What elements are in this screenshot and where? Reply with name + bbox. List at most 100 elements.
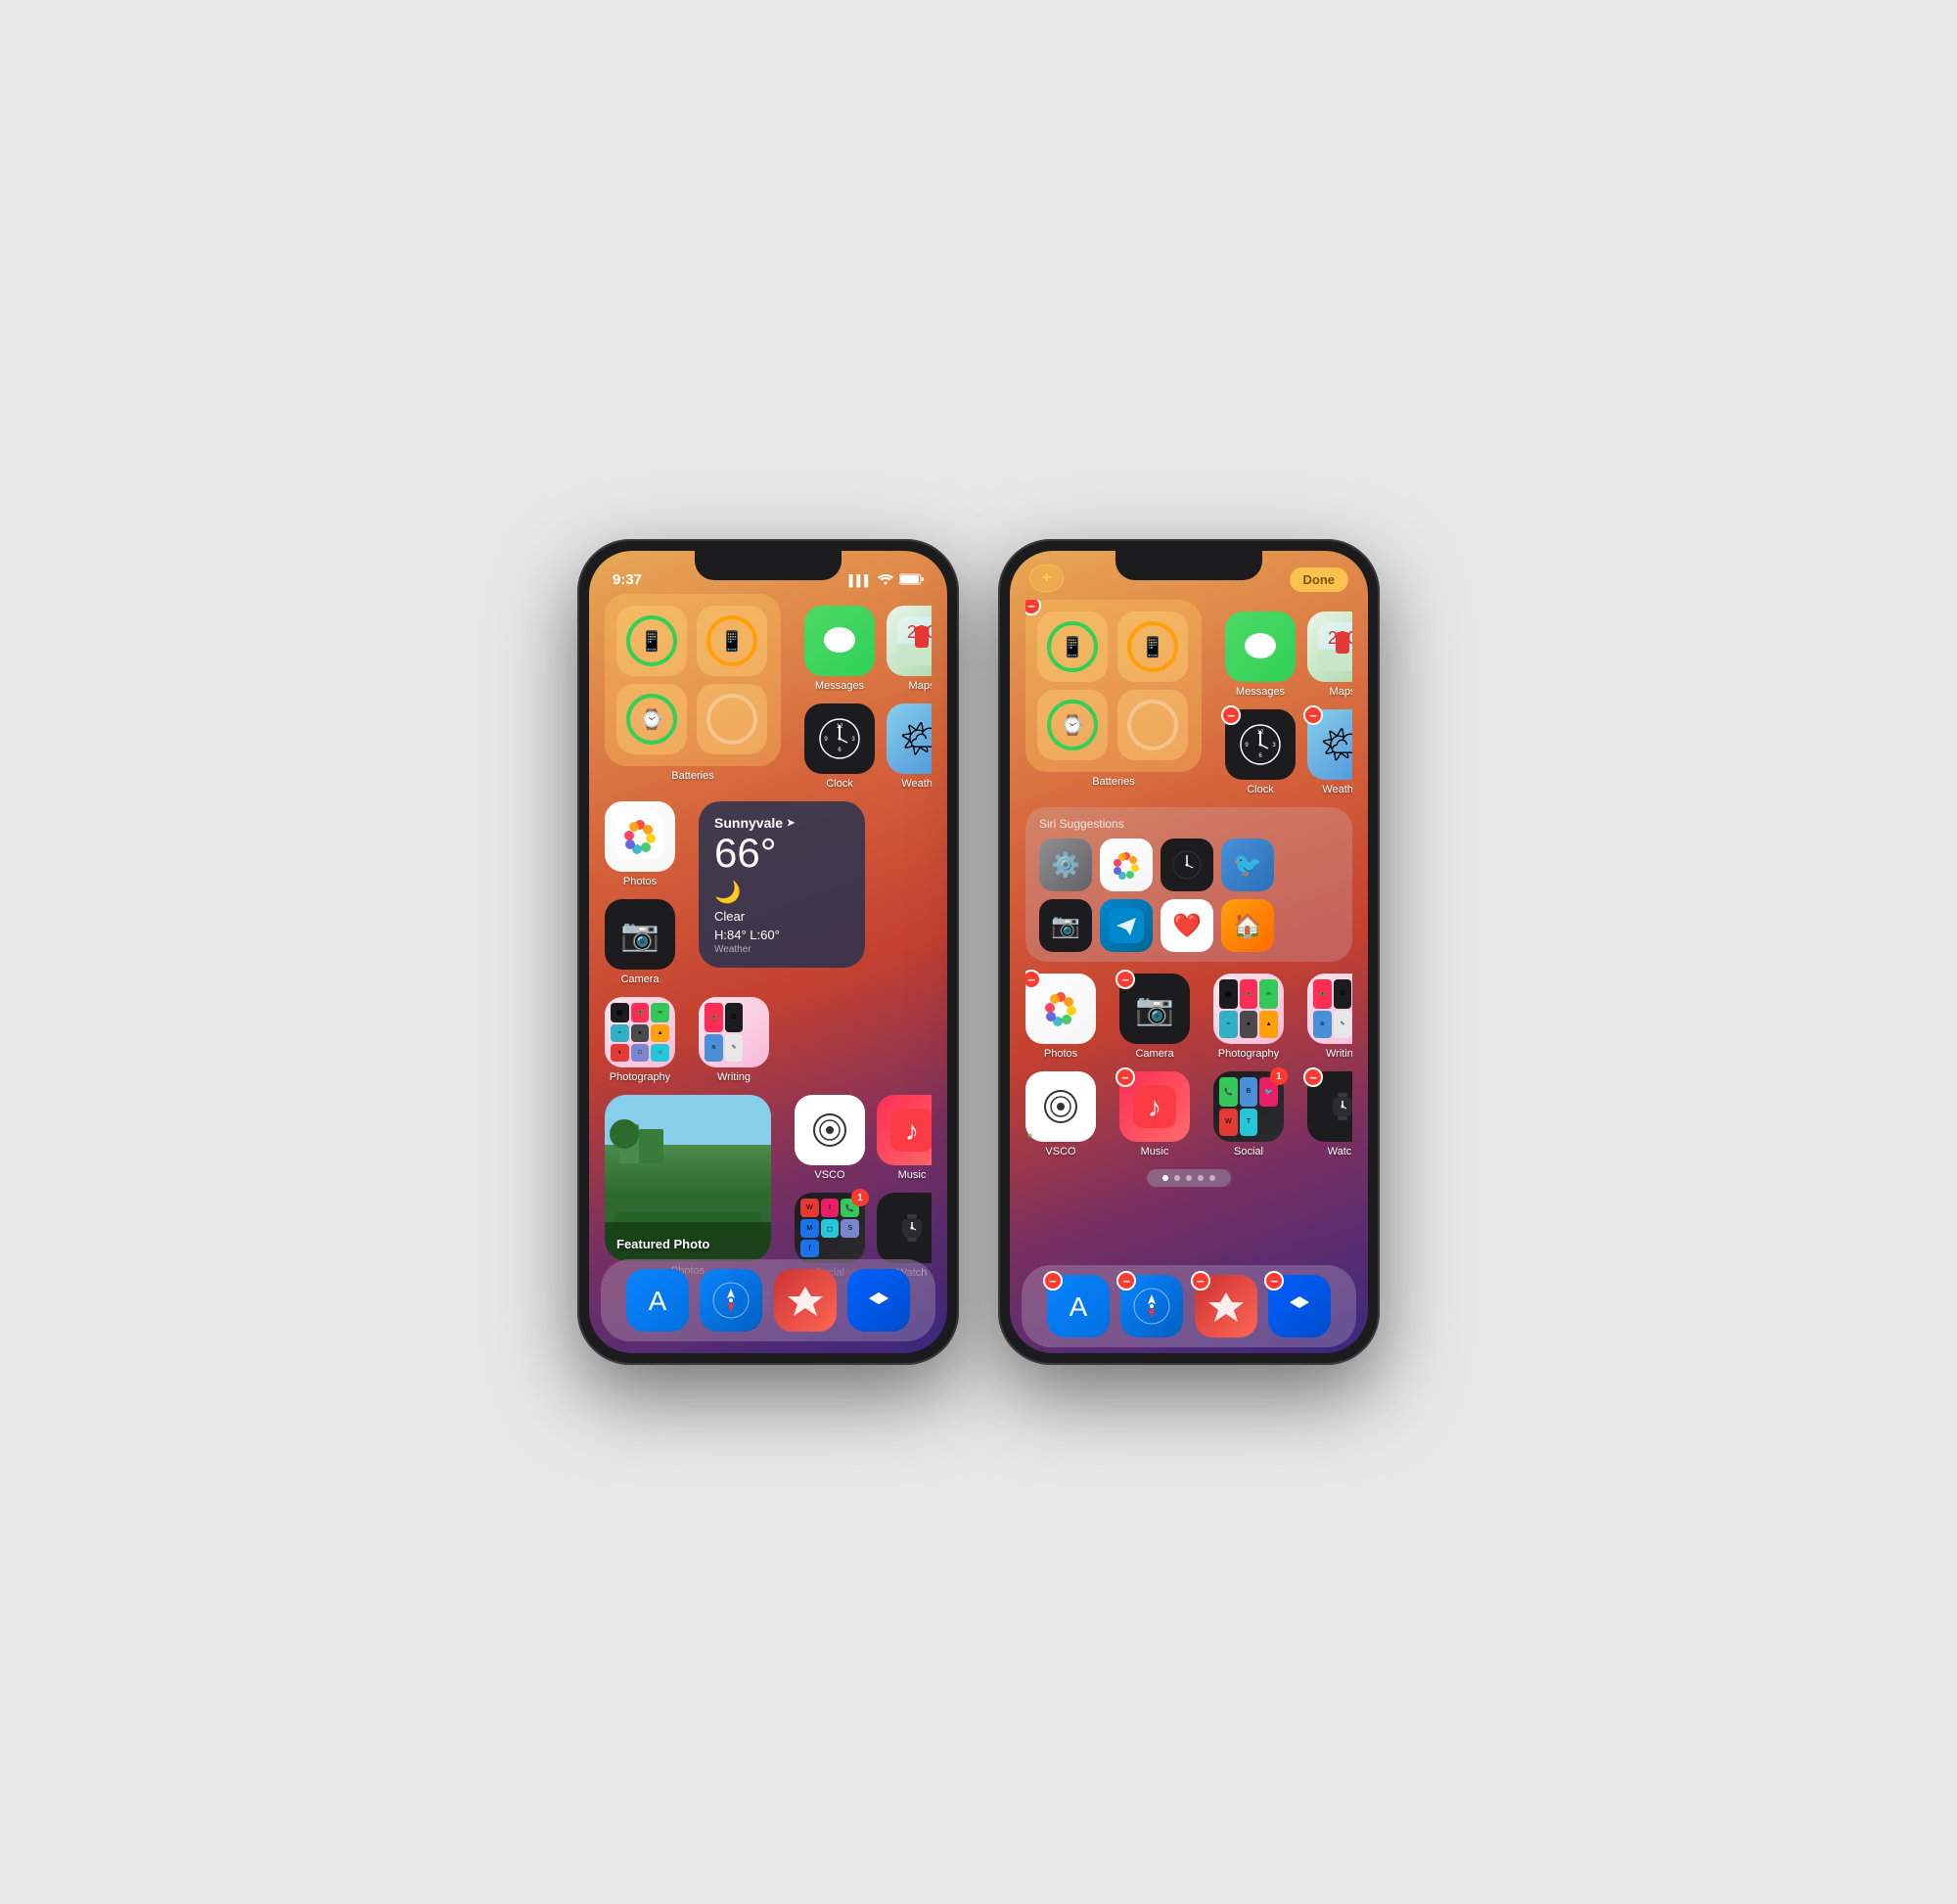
phone-normal-screen: 9:37 ▌▌▌ [589,551,947,1353]
edit-vsco-icon [1025,1071,1096,1142]
clock-label: Clock [826,778,853,790]
edit-music-wrap: − ♪ Music [1119,1071,1190,1157]
edit-social-folder[interactable]: 1 📞 B 🐦 W T Social [1213,1071,1284,1157]
svg-text:♪: ♪ [1148,1092,1161,1122]
add-widget-button[interactable]: + [1029,565,1064,592]
edit-watch-wrap: − [1307,1071,1352,1157]
signal-icon: ▌▌▌ [849,575,872,587]
dock-appstore-wrap: − A [1047,1275,1110,1337]
siri-apps-grid: ⚙️ [1039,839,1339,891]
batteries-widget-edit-wrap: − 📱 📱 ⌚ [1025,600,1202,772]
camera-app[interactable]: 📷 Camera [605,899,675,985]
dock-dropbox-wrap: − [1268,1275,1331,1337]
dropbox-dock[interactable] [847,1269,910,1332]
row-4: Featured Photo Photos [605,1095,932,1279]
edit-dot-5 [1209,1175,1215,1181]
dock-spark-wrap: − [1195,1275,1257,1337]
photos-label-2: Photos [623,876,657,887]
siri-telegram[interactable] [1100,899,1153,952]
featured-photo-widget[interactable]: Featured Photo [605,1095,771,1261]
batteries-widget-edit[interactable]: 📱 📱 ⌚ [1025,600,1202,772]
weather-widget[interactable]: Sunnyvale ➤ 66° 🌙 Clear H:84° L:60° Weat… [699,801,865,968]
edit-battery-phone2: 📱 [1117,612,1188,682]
music-delete-btn[interactable]: − [1115,1067,1135,1087]
photos-app[interactable]: Photos [605,801,675,887]
maps-app[interactable]: 280 Maps [887,606,932,692]
social-badge: 1 [851,1189,869,1206]
row-1: 📱 📱 ⌚ Batteries [605,594,932,790]
empty-ring [706,694,757,745]
messages-app[interactable]: Messages [804,606,875,692]
siri-photos[interactable] [1100,839,1153,891]
watch-delete-btn[interactable]: − [1303,1067,1323,1087]
edit-music-label: Music [1141,1146,1169,1157]
batteries-widget[interactable]: 📱 📱 ⌚ [605,594,781,766]
photos-icon [605,801,675,872]
edit-social-label: Social [1234,1146,1263,1157]
edit-vsco-label: VSCO [1045,1146,1075,1157]
writing-folder[interactable]: 🦋 B ≋ ✎ Writing [699,997,769,1083]
edit-dot-4 [1198,1175,1204,1181]
edit-photography-icon: ▦ 🦋 ∞ ≈ ● ▲ [1213,974,1284,1044]
done-button[interactable]: Done [1290,567,1349,592]
edit-photography-folder[interactable]: ▦ 🦋 ∞ ≈ ● ▲ Photography [1213,974,1284,1060]
notch-edit [1115,551,1262,580]
siri-settings[interactable]: ⚙️ [1039,839,1092,891]
spark-delete-btn[interactable]: − [1191,1271,1210,1291]
edit-social-badge: 1 [1270,1067,1288,1085]
edit-weather-label: Weather [1322,784,1352,795]
edit-messages-app[interactable]: Messages [1225,612,1296,698]
clock-app[interactable]: 6 12 9 3 Clock [804,703,875,790]
siri-home[interactable]: 🏠 [1221,899,1274,952]
phone2-battery-ring: 📱 [706,615,757,666]
edit-photos-label: Photos [1044,1048,1077,1060]
scroll-area: 📱 📱 ⌚ Batteries [605,594,932,1353]
svg-text:6: 6 [838,748,842,753]
edit-photography-label: Photography [1218,1048,1279,1060]
edit-vsco-app[interactable]: ● VSCO [1025,1071,1096,1157]
edit-weather-app[interactable]: − 🌤 Weather [1307,709,1352,795]
camera-delete-btn[interactable]: − [1115,970,1135,989]
clock-delete-btn[interactable]: − [1221,705,1241,725]
weather-app-top[interactable]: 🌤 Weather [887,703,932,790]
music-icon: ♪ [877,1095,932,1165]
edit-dot-3 [1186,1175,1192,1181]
edit-page-dots-container [1025,1169,1352,1187]
vsco-app[interactable]: VSCO [795,1095,865,1181]
edit-clock-app[interactable]: − 6 12 9 [1225,709,1296,795]
edit-battery-watch: ⌚ [1037,690,1108,760]
weather-city: Sunnyvale ➤ [714,815,849,831]
music-app[interactable]: ♪ Music [877,1095,932,1181]
row-3: ▦ 🦋 ∞ ≈ ● ▲ ♦ □ ○ Photography [605,997,932,1083]
appstore-icon: A [626,1269,689,1332]
svg-text:♪: ♪ [905,1115,919,1146]
scroll-area-edit: − 📱 📱 ⌚ [1025,600,1352,1353]
writing-label: Writing [717,1071,751,1083]
writing-folder-icon: 🦋 B ≋ ✎ [699,997,769,1067]
photography-folder[interactable]: ▦ 🦋 ∞ ≈ ● ▲ ♦ □ ○ Photography [605,997,675,1083]
status-icons: ▌▌▌ [849,573,924,588]
phone-battery-ring: 📱 [626,615,677,666]
clock-icon: 6 12 9 3 [804,703,875,774]
edit-maps-app[interactable]: 280 Maps [1307,612,1352,698]
safari-dock[interactable] [700,1269,762,1332]
appstore-delete-btn[interactable]: − [1043,1271,1063,1291]
siri-watchface[interactable] [1161,839,1213,891]
maps-icon: 280 [887,606,932,676]
weather-delete-btn[interactable]: − [1303,705,1323,725]
edit-battery-empty [1117,690,1188,760]
appstore-dock[interactable]: A [626,1269,689,1332]
siri-camera[interactable]: 📷 [1039,899,1092,952]
edit-social-wrap: 1 📞 B 🐦 W T Social [1213,1071,1284,1157]
home-content-normal: 📱 📱 ⌚ Batteries [589,594,947,1353]
vsco-label: VSCO [814,1169,844,1181]
home-content-edit: − 📱 📱 ⌚ [1010,600,1368,1353]
edit-camera-wrap: − 📷 Camera [1119,974,1190,1060]
siri-tweetbot[interactable]: 🐦 [1221,839,1274,891]
photography-folder-icon: ▦ 🦋 ∞ ≈ ● ▲ ♦ □ ○ [605,997,675,1067]
spark-dock[interactable] [774,1269,837,1332]
messages-icon [804,606,875,676]
siri-health[interactable]: ❤️ [1161,899,1213,952]
edit-writing-folder[interactable]: 🦋 B ≋ ✎ Writing [1307,974,1352,1060]
weather-highlow: H:84° L:60° [714,928,849,942]
